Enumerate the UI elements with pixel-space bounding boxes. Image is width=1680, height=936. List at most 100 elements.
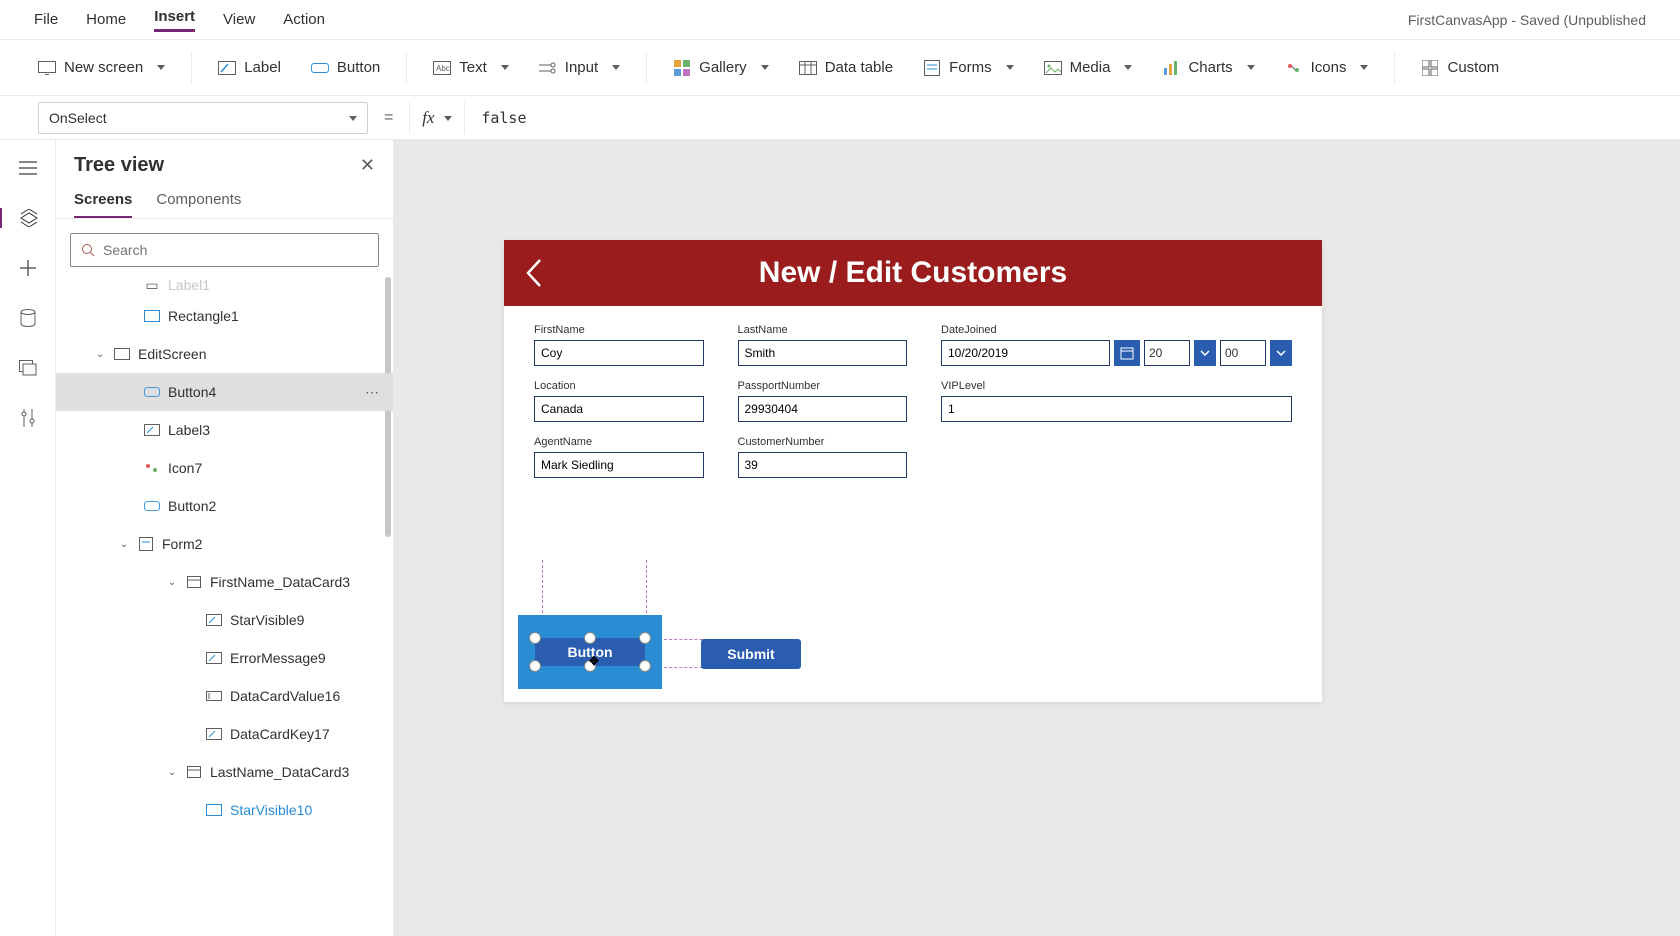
chevron-down-icon[interactable]: [1270, 340, 1292, 366]
alignment-guide: [542, 560, 543, 618]
gallery-dropdown[interactable]: Gallery: [663, 53, 779, 83]
datejoined-input[interactable]: [941, 340, 1110, 366]
more-icon[interactable]: ⋯: [365, 384, 379, 401]
property-selector[interactable]: OnSelect: [38, 102, 368, 134]
tree-item-label: EditScreen: [138, 346, 206, 362]
menu-action[interactable]: Action: [283, 11, 325, 28]
tree-item-form2[interactable]: ⌄ Form2: [56, 525, 393, 563]
passport-input[interactable]: [738, 396, 908, 422]
data-icon[interactable]: [18, 308, 38, 328]
menu-view[interactable]: View: [223, 11, 255, 28]
field-location: Location: [534, 380, 704, 422]
move-cursor-icon: ✥: [589, 654, 599, 668]
tree-view-icon[interactable]: [19, 208, 39, 228]
fx-label: fx: [422, 108, 434, 128]
text-dropdown[interactable]: Abc Text: [423, 53, 519, 83]
expand-icon[interactable]: ⌄: [168, 767, 178, 778]
canvas-area[interactable]: New / Edit Customers FirstName LastName …: [394, 140, 1680, 936]
tree-item-starvisible9[interactable]: StarVisible9: [56, 601, 393, 639]
gallery-dropdown-label: Gallery: [699, 59, 747, 76]
datejoined-label: DateJoined: [941, 324, 1292, 336]
tree-item-lastname-datacard[interactable]: ⌄ LastName_DataCard3: [56, 753, 393, 791]
tree-item-starvisible10[interactable]: StarVisible10: [56, 791, 393, 829]
screen-icon: [114, 346, 130, 362]
advanced-tools-icon[interactable]: [18, 408, 38, 428]
data-table-button[interactable]: Data table: [789, 53, 903, 83]
tree-item-button2[interactable]: Button2: [56, 487, 393, 525]
firstname-input[interactable]: [534, 340, 704, 366]
tree-item-datacardvalue16[interactable]: DataCardValue16: [56, 677, 393, 715]
tab-components[interactable]: Components: [156, 191, 241, 218]
tree-item-label1[interactable]: ▭ Label1: [56, 277, 393, 297]
tree-item-label: LastName_DataCard3: [210, 764, 349, 780]
expand-icon[interactable]: ⌄: [168, 577, 178, 588]
rectangle-icon: [144, 308, 160, 324]
data-table-label: Data table: [825, 59, 893, 76]
form-icon: [138, 536, 154, 552]
media-pane-icon[interactable]: [18, 358, 38, 378]
input-dropdown[interactable]: Input: [529, 53, 630, 83]
hamburger-icon[interactable]: [18, 158, 38, 178]
tree-search[interactable]: [70, 233, 379, 267]
tree-search-input[interactable]: [103, 242, 368, 258]
tree-item-label3[interactable]: Label3: [56, 411, 393, 449]
new-screen-button[interactable]: New screen: [28, 53, 175, 83]
calendar-icon[interactable]: [1114, 340, 1140, 366]
resize-handle[interactable]: [529, 632, 541, 644]
submit-button-control[interactable]: Submit: [701, 639, 801, 669]
menu-file[interactable]: File: [34, 11, 58, 28]
tree-view-panel: Tree view ✕ Screens Components ▭ Label1 …: [56, 140, 394, 936]
close-icon[interactable]: ✕: [360, 155, 375, 176]
tree-item-errormessage9[interactable]: ErrorMessage9: [56, 639, 393, 677]
viplevel-input[interactable]: [941, 396, 1292, 422]
menu-home[interactable]: Home: [86, 11, 126, 28]
tree-item-icon7[interactable]: Icon7: [56, 449, 393, 487]
minute-select[interactable]: 00: [1220, 340, 1266, 366]
tree-item-button4[interactable]: Button4 ⋯: [56, 373, 393, 411]
button-button[interactable]: Button: [301, 53, 390, 83]
datacard-icon: [186, 574, 202, 590]
forms-dropdown[interactable]: Forms: [913, 53, 1024, 83]
location-input[interactable]: [534, 396, 704, 422]
chevron-down-icon: [438, 110, 452, 126]
tree-item-editscreen[interactable]: ⌄ EditScreen: [56, 335, 393, 373]
customerno-input[interactable]: [738, 452, 908, 478]
expand-icon[interactable]: ⌄: [120, 539, 130, 550]
button4-control[interactable]: Button ✥: [535, 638, 645, 666]
ribbon-divider: [1394, 52, 1395, 84]
ribbon-divider: [406, 52, 407, 84]
fx-button[interactable]: fx: [409, 102, 465, 134]
resize-handle[interactable]: [584, 632, 596, 644]
tree-view-title: Tree view: [74, 154, 164, 177]
custom-button[interactable]: Custom: [1411, 53, 1509, 83]
back-icon[interactable]: [522, 256, 544, 290]
lastname-input[interactable]: [738, 340, 908, 366]
icons-dropdown[interactable]: Icons: [1275, 53, 1379, 83]
resize-handle[interactable]: [639, 632, 651, 644]
resize-handle[interactable]: [529, 660, 541, 672]
agentname-input[interactable]: [534, 452, 704, 478]
formula-bar: OnSelect = fx: [0, 96, 1680, 140]
expand-icon[interactable]: ⌄: [96, 349, 106, 360]
label-icon: [206, 650, 222, 666]
tree-item-label: Icon7: [168, 460, 202, 476]
field-customerno: CustomerNumber: [738, 436, 908, 478]
chevron-down-icon[interactable]: [1194, 340, 1216, 366]
formula-input[interactable]: [481, 102, 1642, 134]
selected-control-button4[interactable]: Button ✥: [518, 615, 662, 689]
tree-item-rectangle1[interactable]: Rectangle1: [56, 297, 393, 335]
menu-insert[interactable]: Insert: [154, 8, 195, 32]
screen-icon: [38, 59, 56, 77]
label-button[interactable]: Label: [208, 53, 291, 83]
tab-screens[interactable]: Screens: [74, 191, 132, 218]
resize-handle[interactable]: [639, 660, 651, 672]
tree-item-firstname-datacard[interactable]: ⌄ FirstName_DataCard3: [56, 563, 393, 601]
media-dropdown[interactable]: Media: [1034, 53, 1143, 83]
insert-ribbon: New screen Label Button Abc Text Input G…: [0, 40, 1680, 96]
input-icon: [539, 59, 557, 77]
hour-select[interactable]: 20: [1144, 340, 1190, 366]
charts-dropdown[interactable]: Charts: [1152, 53, 1264, 83]
viplevel-label: VIPLevel: [941, 380, 1292, 392]
tree-item-datacardkey17[interactable]: DataCardKey17: [56, 715, 393, 753]
insert-pane-icon[interactable]: [18, 258, 38, 278]
